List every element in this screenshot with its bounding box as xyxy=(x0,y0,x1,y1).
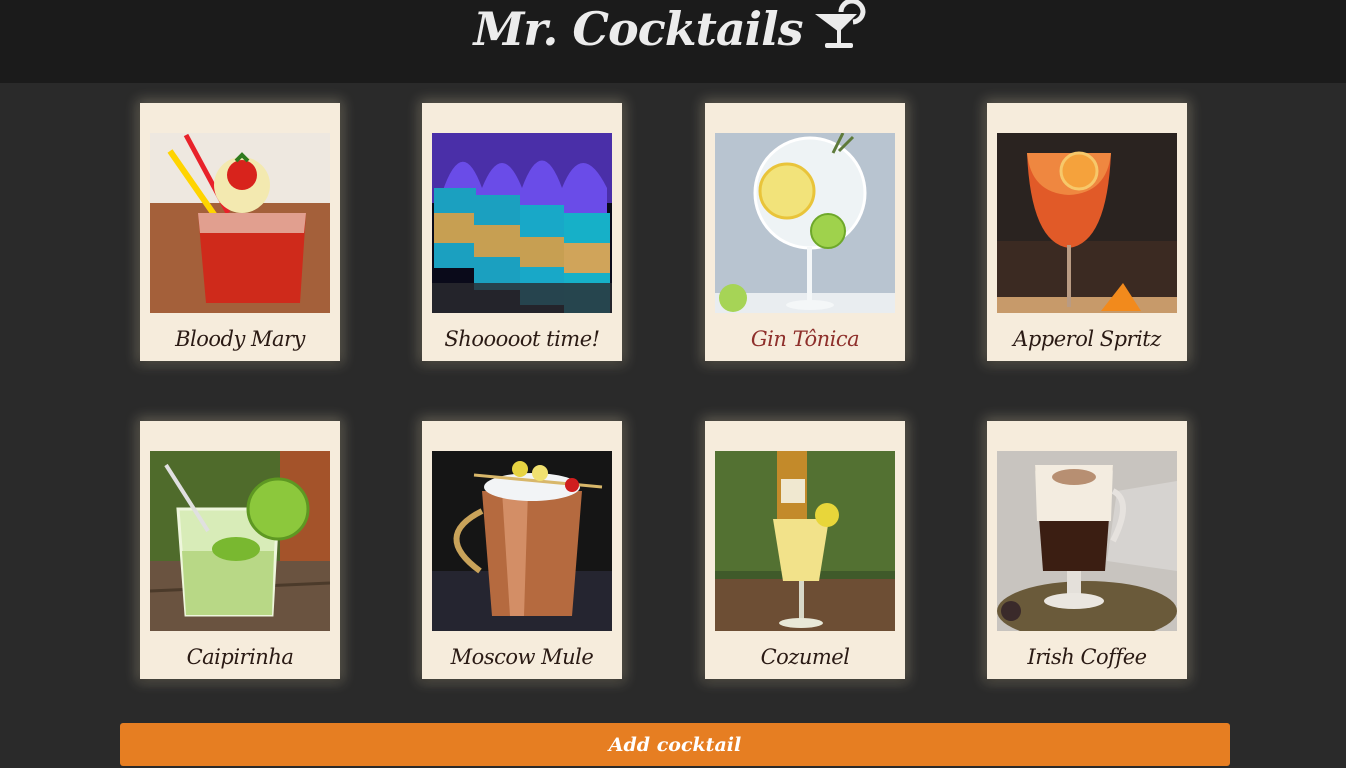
moscow-mule-photo xyxy=(432,451,612,631)
cocktail-card-bloody-mary[interactable]: Bloody Mary xyxy=(140,103,340,361)
cocktail-name: Apperol Spritz xyxy=(1013,327,1161,351)
cocktail-name: Irish Coffee xyxy=(1027,645,1147,669)
gin-tonic-photo xyxy=(715,133,895,313)
cocktail-card-shots[interactable]: Shooooot time! xyxy=(422,103,622,361)
cocktail-name: Shooooot time! xyxy=(444,327,600,351)
cocktail-glass-icon xyxy=(811,0,873,65)
cocktail-card-moscow-mule[interactable]: Moscow Mule xyxy=(422,421,622,679)
cozumel-photo xyxy=(715,451,895,631)
app-header: Mr. Cocktails xyxy=(0,0,1346,83)
cocktail-card-gin-tonica[interactable]: Gin Tônica xyxy=(705,103,905,361)
cocktail-name: Moscow Mule xyxy=(450,645,594,669)
cocktail-name: Bloody Mary xyxy=(175,327,305,351)
bloody-mary-photo xyxy=(150,133,330,313)
flaming-shots-photo xyxy=(432,133,612,313)
brand-title: Mr. Cocktails xyxy=(473,1,803,56)
cocktail-card-caipirinha[interactable]: Caipirinha xyxy=(140,421,340,679)
cocktail-name: Cozumel xyxy=(760,645,850,669)
aperol-spritz-photo xyxy=(997,133,1177,313)
cocktail-card-cozumel[interactable]: Cozumel xyxy=(705,421,905,679)
cocktail-name: Caipirinha xyxy=(186,645,294,669)
add-cocktail-button[interactable]: Add cocktail xyxy=(120,723,1230,766)
irish-coffee-photo xyxy=(997,451,1177,631)
brand[interactable]: Mr. Cocktails xyxy=(473,0,872,65)
caipirinha-photo xyxy=(150,451,330,631)
cocktail-card-irish-coffee[interactable]: Irish Coffee xyxy=(987,421,1187,679)
cocktail-card-aperol-spritz[interactable]: Apperol Spritz xyxy=(987,103,1187,361)
cocktail-name: Gin Tônica xyxy=(750,327,860,351)
